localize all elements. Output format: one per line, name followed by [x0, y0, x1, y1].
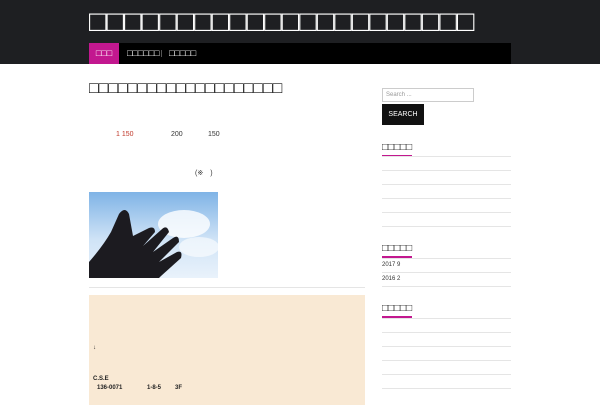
- post-photo-hand: [89, 192, 218, 278]
- widget-divider: [382, 156, 511, 157]
- widget-divider: [382, 286, 511, 287]
- widget-title-archives: □□□□□: [382, 243, 413, 258]
- box-zip: 136-0071: [97, 385, 123, 391]
- site-title[interactable]: □□□□□□□□□□□□□□□□□□□□□□: [89, 6, 474, 39]
- nav-item-home[interactable]: □□□: [89, 43, 119, 64]
- archive-link[interactable]: 2016 2: [382, 276, 400, 282]
- widget-divider: [382, 360, 511, 361]
- info-box: ↓ C.S.E 136-0071 1-8-5 3F: [89, 295, 365, 405]
- search-button[interactable]: SEARCH: [382, 104, 424, 125]
- archive-link[interactable]: 2017 9: [382, 262, 400, 268]
- post-meta-value-2: 200: [171, 131, 183, 138]
- box-floor: 3F: [175, 385, 183, 391]
- widget-divider: [382, 272, 511, 273]
- post-meta-price: 1 150: [116, 131, 134, 138]
- post-meta-note: (※ ): [195, 170, 213, 177]
- widget-divider: [382, 170, 511, 171]
- widget-divider: [382, 258, 511, 259]
- content-divider: [89, 287, 365, 288]
- post-meta-value-3: 150: [208, 131, 220, 138]
- site-header: □□□□□□□□□□□□□□□□□□□□□□ □□□ □□□□□□ □□□□□: [0, 0, 600, 64]
- box-company: C.S.E: [93, 376, 109, 382]
- widget-divider: [382, 346, 511, 347]
- widget-divider: [382, 212, 511, 213]
- widget-title-3: □□□□□: [382, 303, 413, 318]
- widget-divider: [382, 332, 511, 333]
- widget-divider: [382, 374, 511, 375]
- search-input[interactable]: Search ...: [382, 88, 474, 102]
- widget-divider: [382, 198, 511, 199]
- post-title[interactable]: □□□□□□□□□□□□□□□□□□□□: [89, 80, 282, 98]
- widget-divider: [382, 388, 511, 389]
- widget-divider: [382, 318, 511, 319]
- nav-item-3[interactable]: □□□□□: [169, 43, 196, 64]
- box-arrow: ↓: [93, 345, 96, 351]
- widget-title-1: □□□□□: [382, 142, 413, 157]
- nav-item-2[interactable]: □□□□□□: [127, 43, 160, 64]
- nav-divider: [161, 50, 162, 57]
- main-nav: □□□ □□□□□□ □□□□□: [89, 43, 511, 64]
- widget-divider: [382, 184, 511, 185]
- box-address: 1-8-5: [147, 385, 162, 391]
- widget-divider: [382, 226, 511, 227]
